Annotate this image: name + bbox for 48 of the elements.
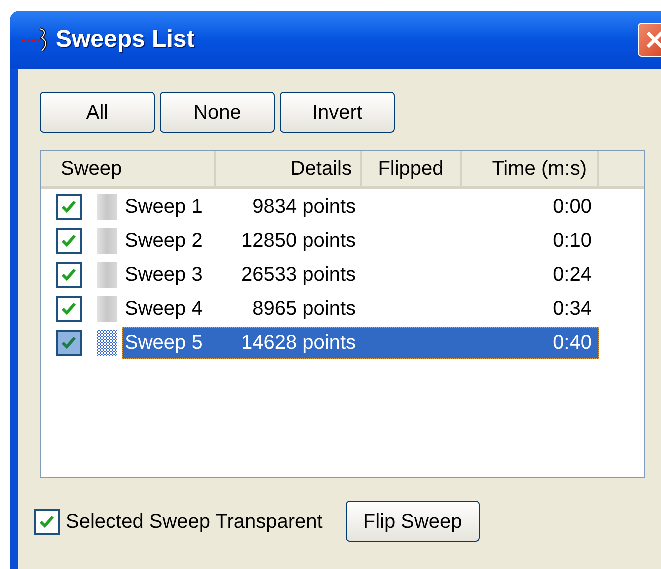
- table-cell-text: Sweep 1: [124, 195, 204, 220]
- list-row[interactable]: Sweep 4 8965 points 0:34: [122, 293, 599, 325]
- toolbar-button[interactable]: All: [40, 92, 155, 133]
- sweep-icon: [97, 296, 117, 322]
- check-icon: [61, 234, 77, 248]
- table-cell-text: 0:34: [552, 297, 592, 322]
- table-cell-text: 14628 points: [240, 331, 356, 356]
- checkbox[interactable]: [56, 228, 82, 254]
- table-cell-text: 8965 points: [252, 297, 356, 322]
- list-row[interactable]: Sweep 5 14628 points 0:40: [122, 327, 599, 359]
- sweep-icon: [97, 330, 117, 356]
- table-cell-text: 0:40: [552, 331, 592, 356]
- check-icon: [61, 302, 77, 316]
- checkbox-label[interactable]: Selected Sweep Transparent: [66, 506, 323, 536]
- checkbox[interactable]: [56, 296, 82, 322]
- table-cell-text: 12850 points: [240, 229, 356, 254]
- table-cell-text: 0:24: [552, 263, 592, 288]
- table-cell-text: Sweep 5: [124, 331, 204, 356]
- table-cell-text: 0:00: [552, 195, 592, 220]
- toolbar-button[interactable]: None: [160, 92, 275, 133]
- check-icon: [39, 514, 55, 528]
- list-row[interactable]: Sweep 3 26533 points 0:24: [122, 259, 599, 291]
- column-header[interactable]: Flipped: [362, 151, 462, 186]
- sweep-icon: [97, 194, 117, 220]
- checkbox[interactable]: [56, 330, 82, 356]
- check-icon: [61, 200, 77, 214]
- window-title: Sweeps List: [56, 25, 195, 55]
- sweep-icon: [97, 228, 117, 254]
- checkbox[interactable]: [56, 194, 82, 220]
- table-cell-text: Sweep 3: [124, 263, 204, 288]
- table-cell-text: 26533 points: [240, 263, 356, 288]
- table-cell-text: Sweep 4: [124, 297, 204, 322]
- table-cell-text: 9834 points: [252, 195, 356, 220]
- column-header[interactable]: Sweep: [41, 151, 216, 186]
- column-header[interactable]: Details: [216, 151, 362, 186]
- toolbar-button[interactable]: Invert: [280, 92, 395, 133]
- flip-sweep-button[interactable]: Flip Sweep: [346, 501, 480, 542]
- list-row[interactable]: Sweep 1 9834 points 0:00: [122, 191, 599, 223]
- checkbox[interactable]: [56, 262, 82, 288]
- sweep-icon: [97, 262, 117, 288]
- checkbox[interactable]: [34, 508, 60, 534]
- table-cell-text: 0:10: [552, 229, 592, 254]
- list-row[interactable]: Sweep 2 12850 points 0:10: [122, 225, 599, 257]
- table-cell-text: Sweep 2: [124, 229, 204, 254]
- close-icon: [645, 30, 661, 50]
- column-header[interactable]: Time (m:s): [462, 151, 599, 186]
- check-icon: [61, 268, 77, 282]
- check-icon: [61, 336, 77, 350]
